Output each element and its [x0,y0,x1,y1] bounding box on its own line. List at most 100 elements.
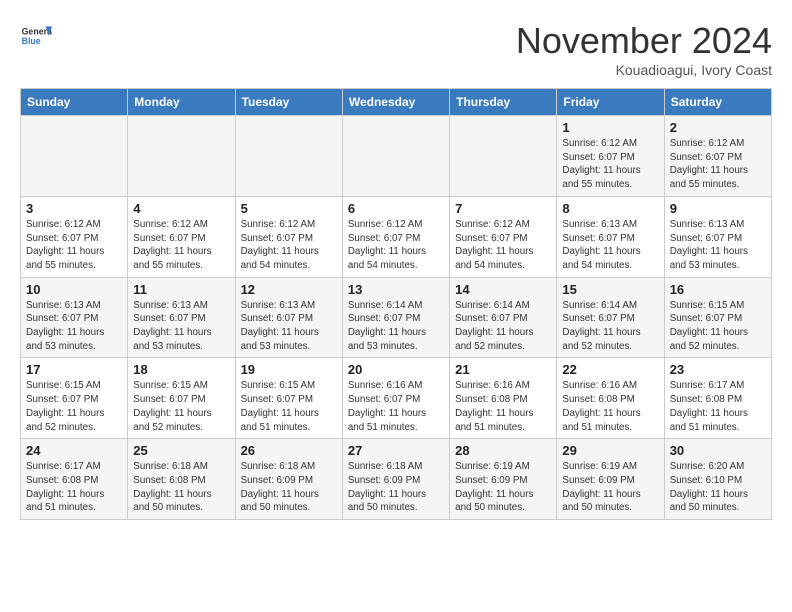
day-number: 26 [241,443,337,458]
day-number: 9 [670,201,766,216]
day-number: 21 [455,362,551,377]
day-info: Sunrise: 6:15 AM Sunset: 6:07 PM Dayligh… [133,379,229,434]
day-number: 7 [455,201,551,216]
calendar-week-row: 1Sunrise: 6:12 AM Sunset: 6:07 PM Daylig… [21,116,772,197]
day-number: 23 [670,362,766,377]
day-number: 8 [562,201,658,216]
day-info: Sunrise: 6:15 AM Sunset: 6:07 PM Dayligh… [670,299,766,354]
day-info: Sunrise: 6:17 AM Sunset: 6:08 PM Dayligh… [26,460,122,515]
day-info: Sunrise: 6:12 AM Sunset: 6:07 PM Dayligh… [348,218,444,273]
day-number: 12 [241,282,337,297]
day-info: Sunrise: 6:13 AM Sunset: 6:07 PM Dayligh… [133,299,229,354]
calendar-day-cell: 26 Sunrise: 6:18 AM Sunset: 6:09 PM Dayli… [235,439,342,520]
day-number: 2 [670,120,766,135]
day-info: Sunrise: 6:12 AM Sunset: 6:07 PM Dayligh… [26,218,122,273]
day-info: Sunrise: 6:19 AM Sunset: 6:09 PM Dayligh… [562,460,658,515]
calendar-day-cell: 4Sunrise: 6:12 AM Sunset: 6:07 PM Daylig… [128,196,235,277]
day-info: Sunrise: 6:13 AM Sunset: 6:07 PM Dayligh… [670,218,766,273]
day-info: Sunrise: 6:13 AM Sunset: 6:07 PM Dayligh… [241,299,337,354]
day-number: 1 [562,120,658,135]
day-number: 29 [562,443,658,458]
calendar-day-cell: 23Sunrise: 6:17 AM Sunset: 6:08 PM Dayli… [664,358,771,439]
day-number: 22 [562,362,658,377]
day-number: 16 [670,282,766,297]
calendar-day-cell: 1Sunrise: 6:12 AM Sunset: 6:07 PM Daylig… [557,116,664,197]
day-of-week-header: Sunday [21,89,128,116]
calendar-day-cell: 17 Sunrise: 6:15 AM Sunset: 6:07 PM Dayli… [21,358,128,439]
day-info: Sunrise: 6:14 AM Sunset: 6:07 PM Dayligh… [455,299,551,354]
calendar-day-cell: 28 Sunrise: 6:19 AM Sunset: 6:09 PM Dayli… [450,439,557,520]
calendar-day-cell: 13 Sunrise: 6:14 AM Sunset: 6:07 PM Dayli… [342,277,449,358]
calendar-day-cell: 30 Sunrise: 6:20 AM Sunset: 6:10 PM Dayli… [664,439,771,520]
calendar-day-cell: 15 Sunrise: 6:14 AM Sunset: 6:07 PM Dayli… [557,277,664,358]
location-subtitle: Kouadioagui, Ivory Coast [516,62,772,78]
day-of-week-header: Monday [128,89,235,116]
day-info: Sunrise: 6:13 AM Sunset: 6:07 PM Dayligh… [562,218,658,273]
day-of-week-header: Wednesday [342,89,449,116]
day-number: 28 [455,443,551,458]
day-info: Sunrise: 6:14 AM Sunset: 6:07 PM Dayligh… [348,299,444,354]
calendar-week-row: 17 Sunrise: 6:15 AM Sunset: 6:07 PM Dayli… [21,358,772,439]
calendar-day-cell: 18 Sunrise: 6:15 AM Sunset: 6:07 PM Dayli… [128,358,235,439]
day-info: Sunrise: 6:18 AM Sunset: 6:09 PM Dayligh… [241,460,337,515]
calendar-day-cell [21,116,128,197]
logo-icon: General Blue [20,20,52,52]
calendar-day-cell: 7 Sunrise: 6:12 AM Sunset: 6:07 PM Daylig… [450,196,557,277]
calendar-day-cell: 22 Sunrise: 6:16 AM Sunset: 6:08 PM Dayli… [557,358,664,439]
day-number: 15 [562,282,658,297]
day-number: 20 [348,362,444,377]
day-info: Sunrise: 6:12 AM Sunset: 6:07 PM Dayligh… [241,218,337,273]
day-info: Sunrise: 6:12 AM Sunset: 6:07 PM Dayligh… [133,218,229,273]
day-of-week-header: Friday [557,89,664,116]
calendar-day-cell [450,116,557,197]
day-number: 30 [670,443,766,458]
calendar-day-cell: 10Sunrise: 6:13 AM Sunset: 6:07 PM Dayli… [21,277,128,358]
calendar-week-row: 3 Sunrise: 6:12 AM Sunset: 6:07 PM Daylig… [21,196,772,277]
day-of-week-header: Thursday [450,89,557,116]
calendar-day-cell: 5Sunrise: 6:12 AM Sunset: 6:07 PM Daylig… [235,196,342,277]
day-info: Sunrise: 6:16 AM Sunset: 6:07 PM Dayligh… [348,379,444,434]
day-number: 27 [348,443,444,458]
day-info: Sunrise: 6:12 AM Sunset: 6:07 PM Dayligh… [455,218,551,273]
day-info: Sunrise: 6:15 AM Sunset: 6:07 PM Dayligh… [241,379,337,434]
day-of-week-header: Tuesday [235,89,342,116]
calendar-table: SundayMondayTuesdayWednesdayThursdayFrid… [20,88,772,520]
day-number: 6 [348,201,444,216]
calendar-day-cell: 6 Sunrise: 6:12 AM Sunset: 6:07 PM Daylig… [342,196,449,277]
day-info: Sunrise: 6:16 AM Sunset: 6:08 PM Dayligh… [562,379,658,434]
day-number: 17 [26,362,122,377]
calendar-day-cell: 21Sunrise: 6:16 AM Sunset: 6:08 PM Dayli… [450,358,557,439]
logo: General Blue [20,20,52,52]
calendar-day-cell: 27 Sunrise: 6:18 AM Sunset: 6:09 PM Dayli… [342,439,449,520]
day-number: 10 [26,282,122,297]
calendar-day-cell: 24Sunrise: 6:17 AM Sunset: 6:08 PM Dayli… [21,439,128,520]
calendar-day-cell [235,116,342,197]
calendar-day-cell: 20 Sunrise: 6:16 AM Sunset: 6:07 PM Dayli… [342,358,449,439]
day-info: Sunrise: 6:14 AM Sunset: 6:07 PM Dayligh… [562,299,658,354]
day-number: 3 [26,201,122,216]
calendar-day-cell: 25Sunrise: 6:18 AM Sunset: 6:08 PM Dayli… [128,439,235,520]
calendar-day-cell: 14 Sunrise: 6:14 AM Sunset: 6:07 PM Dayli… [450,277,557,358]
day-number: 11 [133,282,229,297]
day-number: 19 [241,362,337,377]
day-number: 13 [348,282,444,297]
day-info: Sunrise: 6:20 AM Sunset: 6:10 PM Dayligh… [670,460,766,515]
calendar-day-cell: 2Sunrise: 6:12 AM Sunset: 6:07 PM Daylig… [664,116,771,197]
calendar-day-cell: 16 Sunrise: 6:15 AM Sunset: 6:07 PM Dayli… [664,277,771,358]
calendar-day-cell [128,116,235,197]
calendar-day-cell: 8 Sunrise: 6:13 AM Sunset: 6:07 PM Daylig… [557,196,664,277]
title-block: November 2024 Kouadioagui, Ivory Coast [516,20,772,78]
calendar-day-cell [342,116,449,197]
month-year-title: November 2024 [516,20,772,62]
calendar-week-row: 24Sunrise: 6:17 AM Sunset: 6:08 PM Dayli… [21,439,772,520]
day-number: 18 [133,362,229,377]
page-header: General Blue November 2024 Kouadioagui, … [20,20,772,78]
day-info: Sunrise: 6:18 AM Sunset: 6:08 PM Dayligh… [133,460,229,515]
day-info: Sunrise: 6:15 AM Sunset: 6:07 PM Dayligh… [26,379,122,434]
calendar-day-cell: 12 Sunrise: 6:13 AM Sunset: 6:07 PM Dayli… [235,277,342,358]
calendar-day-cell: 3 Sunrise: 6:12 AM Sunset: 6:07 PM Daylig… [21,196,128,277]
day-info: Sunrise: 6:18 AM Sunset: 6:09 PM Dayligh… [348,460,444,515]
calendar-week-row: 10 Sunrise: 6:13 AM Sunset: 6:07 PM Dayli… [21,277,772,358]
day-number: 14 [455,282,551,297]
day-info: Sunrise: 6:19 AM Sunset: 6:09 PM Dayligh… [455,460,551,515]
